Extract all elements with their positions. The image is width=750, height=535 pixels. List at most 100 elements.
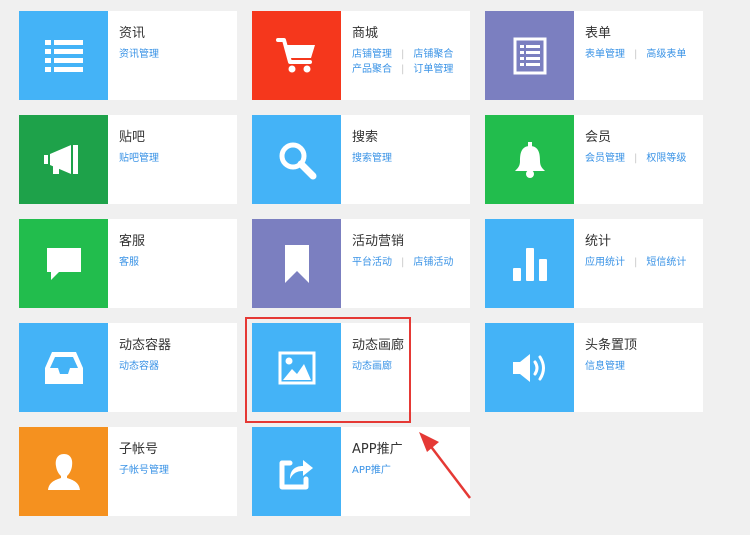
module-card-app-promotion[interactable]: APP推广 APP推广: [252, 427, 470, 516]
module-title: 统计: [585, 234, 612, 249]
module-card-marketing[interactable]: 活动营销 平台活动 | 店铺活动: [252, 219, 470, 308]
module-title: 动态容器: [119, 338, 172, 353]
module-card-form[interactable]: 表单 表单管理 | 高级表单: [485, 11, 703, 100]
module-tile[interactable]: [252, 219, 341, 308]
module-title: APP推广: [352, 442, 403, 457]
picture-icon: [278, 351, 315, 384]
module-link[interactable]: 贴吧管理: [119, 153, 159, 164]
module-link[interactable]: 店铺聚合: [413, 49, 453, 60]
module-tile[interactable]: [19, 115, 108, 204]
module-link[interactable]: 产品聚合: [352, 64, 392, 75]
module-tile[interactable]: [252, 427, 341, 516]
module-title: 动态画廊: [352, 338, 405, 353]
module-links: 应用统计 | 短信统计: [585, 255, 703, 270]
module-card-dynamic-container[interactable]: 动态容器 动态容器: [19, 323, 237, 412]
module-links: 搜索管理: [352, 151, 470, 166]
module-tile[interactable]: [485, 11, 574, 100]
module-info: 贴吧 贴吧管理: [108, 115, 237, 204]
link-separator: |: [634, 257, 638, 268]
bookmark-icon: [284, 244, 309, 283]
module-links: 店铺管理 | 店铺聚合 产品聚合 | 订单管理: [352, 47, 470, 77]
module-link[interactable]: 店铺活动: [413, 257, 453, 268]
module-links: 子帐号管理: [119, 463, 237, 478]
link-separator: |: [634, 153, 638, 164]
module-card-search[interactable]: 搜索 搜索管理: [252, 115, 470, 204]
module-info: 搜索 搜索管理: [341, 115, 470, 204]
module-links: 动态画廊: [352, 359, 470, 374]
module-links: 表单管理 | 高级表单: [585, 47, 703, 62]
module-tile[interactable]: [252, 11, 341, 100]
module-info: APP推广 APP推广: [341, 427, 470, 516]
form-document-icon: [513, 37, 546, 74]
module-info: 商城 店铺管理 | 店铺聚合 产品聚合 | 订单管理: [341, 11, 470, 100]
module-card-dynamic-gallery[interactable]: 动态画廊 动态画廊: [252, 323, 470, 412]
module-tile[interactable]: [19, 219, 108, 308]
module-title: 子帐号: [119, 442, 159, 457]
inbox-tray-icon: [44, 351, 83, 384]
module-tile[interactable]: [252, 115, 341, 204]
module-link[interactable]: 子帐号管理: [119, 465, 169, 476]
module-card-forum[interactable]: 贴吧 贴吧管理: [19, 115, 237, 204]
module-tile[interactable]: [19, 11, 108, 100]
module-link[interactable]: 表单管理: [585, 49, 625, 60]
module-tile[interactable]: [19, 427, 108, 516]
module-tile[interactable]: [485, 219, 574, 308]
module-link[interactable]: 信息管理: [585, 361, 625, 372]
module-link[interactable]: 应用统计: [585, 257, 625, 268]
link-separator: |: [401, 49, 405, 60]
module-info: 头条置顶 信息管理: [574, 323, 703, 412]
module-link[interactable]: 资讯管理: [119, 49, 159, 60]
module-link[interactable]: 动态画廊: [352, 361, 392, 372]
module-card-sub-account[interactable]: 子帐号 子帐号管理: [19, 427, 237, 516]
module-link[interactable]: 店铺管理: [352, 49, 392, 60]
list-icon: [44, 39, 83, 72]
module-info: 表单 表单管理 | 高级表单: [574, 11, 703, 100]
module-links: 资讯管理: [119, 47, 237, 62]
module-link[interactable]: 权限等级: [646, 153, 686, 164]
module-links: 会员管理 | 权限等级: [585, 151, 703, 166]
module-link[interactable]: 平台活动: [352, 257, 392, 268]
user-silhouette-icon: [47, 453, 80, 490]
module-link[interactable]: 动态容器: [119, 361, 159, 372]
module-tile[interactable]: [19, 323, 108, 412]
megaphone-icon: [43, 144, 78, 174]
chat-bubble-icon: [46, 247, 81, 280]
module-links: 信息管理: [585, 359, 703, 374]
module-link[interactable]: 订单管理: [413, 64, 453, 75]
module-info: 动态画廊 动态画廊: [341, 323, 470, 412]
module-card-news[interactable]: 资讯 资讯管理: [19, 11, 237, 100]
module-card-customer-service[interactable]: 客服 客服: [19, 219, 237, 308]
module-link[interactable]: 客服: [119, 257, 139, 268]
module-info: 子帐号 子帐号管理: [108, 427, 237, 516]
module-title: 表单: [585, 26, 612, 41]
module-card-statistics[interactable]: 统计 应用统计 | 短信统计: [485, 219, 703, 308]
module-tile[interactable]: [485, 323, 574, 412]
module-link[interactable]: 会员管理: [585, 153, 625, 164]
module-card-headline-top[interactable]: 头条置顶 信息管理: [485, 323, 703, 412]
module-title: 头条置顶: [585, 338, 638, 353]
module-tile[interactable]: [485, 115, 574, 204]
link-separator: |: [401, 64, 405, 75]
module-link[interactable]: 高级表单: [646, 49, 686, 60]
share-arrow-icon: [279, 459, 313, 489]
module-info: 会员 会员管理 | 权限等级: [574, 115, 703, 204]
module-grid: 资讯 资讯管理 商城 店铺管理 | 店铺聚合 产品聚合 | 订单管理 表单 表单…: [0, 0, 750, 535]
module-card-mall[interactable]: 商城 店铺管理 | 店铺聚合 产品聚合 | 订单管理: [252, 11, 470, 100]
module-title: 搜索: [352, 130, 379, 145]
link-separator: |: [634, 49, 638, 60]
module-links: 动态容器: [119, 359, 237, 374]
module-tile[interactable]: [252, 323, 341, 412]
module-links: 客服: [119, 255, 237, 270]
module-link[interactable]: 搜索管理: [352, 153, 392, 164]
module-links: APP推广: [352, 463, 470, 478]
module-title: 商城: [352, 26, 379, 41]
module-link[interactable]: APP推广: [352, 465, 391, 476]
module-title: 会员: [585, 130, 612, 145]
bar-chart-icon: [512, 247, 547, 281]
module-title: 客服: [119, 234, 146, 249]
module-card-member[interactable]: 会员 会员管理 | 权限等级: [485, 115, 703, 204]
module-link[interactable]: 短信统计: [646, 257, 686, 268]
module-info: 活动营销 平台活动 | 店铺活动: [341, 219, 470, 308]
module-info: 资讯 资讯管理: [108, 11, 237, 100]
module-info: 统计 应用统计 | 短信统计: [574, 219, 703, 308]
